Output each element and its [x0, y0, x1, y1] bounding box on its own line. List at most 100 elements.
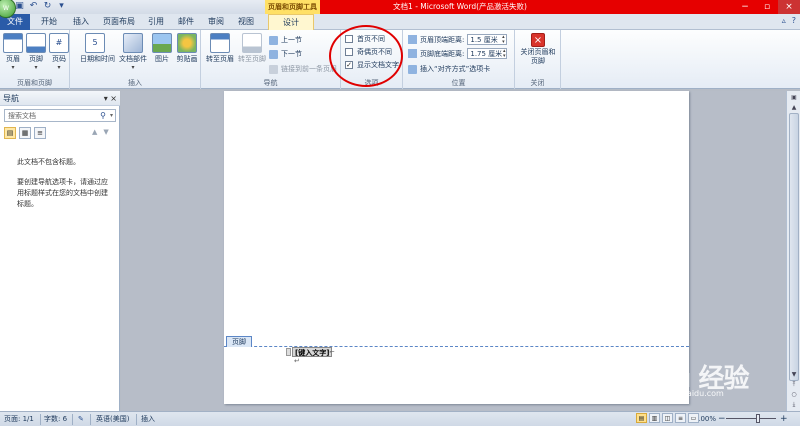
status-page[interactable]: 页面: 1/1 — [4, 412, 34, 426]
maximize-button[interactable]: ▫ — [756, 0, 778, 14]
date-time-button[interactable]: 5 日期和时间 — [80, 33, 115, 64]
tab-home[interactable]: 开始 — [34, 14, 64, 30]
footer-distance-icon — [408, 49, 417, 58]
picture-button[interactable]: 图片 — [152, 33, 172, 64]
web-layout-icon[interactable]: ◫ — [662, 413, 673, 423]
nav-view-tabs: ▤ ▦ ≡ — [4, 127, 46, 139]
ribbon-minimize-icon[interactable]: ▵ — [782, 16, 786, 25]
group-label-close: 关闭 — [530, 79, 545, 87]
alignment-tab-icon — [408, 64, 417, 74]
header-distance-field: 页眉顶端距离: 1.5 厘米 ▴ ▾ — [408, 34, 508, 45]
print-layout-view-icon[interactable]: ▤ — [636, 413, 647, 423]
window-title: 文档1 - Microsoft Word(产品激活失败) — [393, 2, 527, 11]
content-control-handle[interactable] — [286, 348, 291, 356]
group-label-navigation: 导航 — [263, 79, 278, 87]
outline-view-icon[interactable]: ≡ — [675, 413, 686, 423]
header-icon — [3, 33, 23, 53]
zoom-slider-knob[interactable] — [756, 414, 760, 423]
tab-review[interactable]: 审阅 — [202, 14, 230, 30]
group-label-header-footer: 页眉和页脚 — [17, 79, 52, 87]
next-section-button[interactable]: 下一节 — [269, 49, 302, 59]
group-label-position: 位置 — [451, 79, 466, 87]
nav-next-icon[interactable]: ▼ — [103, 128, 108, 136]
zoom-out-icon[interactable]: − — [718, 412, 726, 426]
goto-header-icon — [210, 33, 230, 53]
tab-insert[interactable]: 插入 — [66, 14, 96, 30]
status-insert-mode[interactable]: 插入 — [141, 412, 155, 426]
customize-icon[interactable]: ▾ — [56, 1, 67, 12]
header-button[interactable]: 页眉 ▾ — [3, 33, 23, 71]
close-window-button[interactable]: × — [778, 0, 800, 14]
proofing-icon[interactable]: ✎ — [78, 412, 84, 426]
group-navigation: 转至页眉 转至页脚 上一节 下一节 链接到前一条页眉 导航 — [201, 30, 341, 89]
previous-section-button[interactable]: 上一节 — [269, 35, 302, 45]
nav-no-headings-text: 此文档不包含标题。 — [17, 158, 80, 166]
search-icon[interactable]: ⚲ — [100, 110, 106, 122]
zoom-slider[interactable] — [726, 418, 776, 419]
undo-icon[interactable]: ↶ — [28, 1, 39, 12]
header-distance-icon — [408, 35, 417, 44]
redo-icon[interactable]: ↻ — [42, 1, 53, 12]
quick-parts-button[interactable]: 文档部件 ▾ — [118, 33, 148, 71]
status-language[interactable]: 英语(美国) — [96, 412, 129, 426]
full-screen-reading-icon[interactable]: ▥ — [649, 413, 660, 423]
goto-header-button[interactable]: 转至页眉 — [205, 33, 235, 64]
zoom-in-icon[interactable]: + — [780, 412, 788, 426]
group-insert: 5 日期和时间 文档部件 ▾ 图片 剪贴画 插入 — [70, 30, 201, 89]
spinner-arrows-icon[interactable]: ▴ ▾ — [502, 49, 506, 59]
insert-alignment-tab-button[interactable]: 插入“对齐方式”选项卡 — [408, 64, 490, 74]
navigation-pane-header: 导航 ▾ × — [0, 91, 120, 106]
header-distance-input[interactable]: 1.5 厘米 ▴ ▾ — [467, 34, 508, 45]
clip-art-button[interactable]: 剪贴画 — [175, 33, 199, 64]
status-word-count[interactable]: 字数: 6 — [44, 412, 67, 426]
pages-view-icon[interactable]: ▦ — [19, 127, 31, 139]
scroll-thumb[interactable] — [789, 113, 799, 381]
next-page-icon[interactable]: ⤓ — [788, 399, 800, 410]
clip-art-icon — [177, 33, 197, 53]
draft-view-icon[interactable]: ▭ — [688, 413, 699, 423]
footer-distance-field: 页脚底端距离: 1.75 厘米 ▴ ▾ — [408, 48, 508, 59]
content-control-end-icon: ⌐ — [329, 348, 335, 356]
annotation-circle — [329, 25, 403, 87]
tab-mailings[interactable]: 邮件 — [172, 14, 200, 30]
tab-view[interactable]: 视图 — [232, 14, 260, 30]
close-header-footer-button[interactable]: × 关闭页眉和页脚 — [519, 33, 557, 66]
ribbon-right-controls: ▵ ? — [782, 16, 796, 25]
results-view-icon[interactable]: ≡ — [34, 127, 46, 139]
group-position: 页眉顶端距离: 1.5 厘米 ▴ ▾ 页脚底端距离: 1.75 厘米 ▴ ▾ 插入“对齐… — [403, 30, 515, 89]
tab-references[interactable]: 引用 — [142, 14, 170, 30]
context-tool-label: 页眉和页脚工具 — [265, 0, 320, 14]
link-to-previous-button[interactable]: 链接到前一条页眉 — [269, 64, 337, 74]
zoom-level[interactable]: 100% — [696, 412, 716, 426]
picture-icon — [152, 33, 172, 53]
footer-distance-input[interactable]: 1.75 厘米 ▴ ▾ — [467, 48, 508, 59]
quick-access-toolbar: ▣ ↶ ↻ ▾ — [14, 1, 67, 12]
help-icon[interactable]: ? — [792, 16, 796, 25]
search-dropdown-icon[interactable]: ▾ — [110, 110, 113, 122]
page-number-button[interactable]: # 页码 ▾ — [49, 33, 69, 71]
goto-footer-button[interactable]: 转至页脚 — [237, 33, 267, 64]
tab-page-layout[interactable]: 页面布局 — [98, 14, 140, 30]
footer-tab-label: 页脚 — [226, 336, 252, 347]
minimize-button[interactable]: − — [734, 0, 756, 14]
baidu-watermark-url: jingyan.baidu.com — [650, 389, 724, 398]
page-number-icon: # — [49, 33, 69, 53]
vertical-scrollbar[interactable]: ▣ ▲ ▼ ⤒ ○ ⤓ — [786, 91, 800, 411]
spinner-arrows-icon[interactable]: ▴ ▾ — [500, 35, 506, 45]
tab-design[interactable]: 设计 — [268, 14, 314, 31]
window-controls: − ▫ × — [734, 0, 800, 14]
nav-search-input[interactable]: 搜索文档 ⚲ ▾ — [4, 109, 116, 122]
scroll-up-icon[interactable]: ▲ — [788, 102, 800, 113]
navigation-pane-title: 导航 — [3, 94, 19, 103]
nav-instructions-text: 要创建导航选项卡，请通过应用标题样式在您的文档中创建标题。 — [17, 178, 108, 208]
footer-button[interactable]: 页脚 ▾ — [26, 33, 46, 71]
headings-view-icon[interactable]: ▤ — [4, 127, 16, 139]
previous-section-icon — [269, 35, 278, 45]
view-buttons: ▤ ▥ ◫ ≡ ▭ — [636, 413, 699, 423]
quick-parts-icon — [123, 33, 143, 53]
navigation-pane — [0, 91, 120, 411]
nav-prev-icon[interactable]: ▲ — [92, 128, 97, 136]
next-section-icon — [269, 49, 278, 59]
pane-close-icon[interactable]: ▾ × — [104, 91, 117, 106]
footer-placeholder-text[interactable]: [键入文字] — [292, 347, 333, 357]
